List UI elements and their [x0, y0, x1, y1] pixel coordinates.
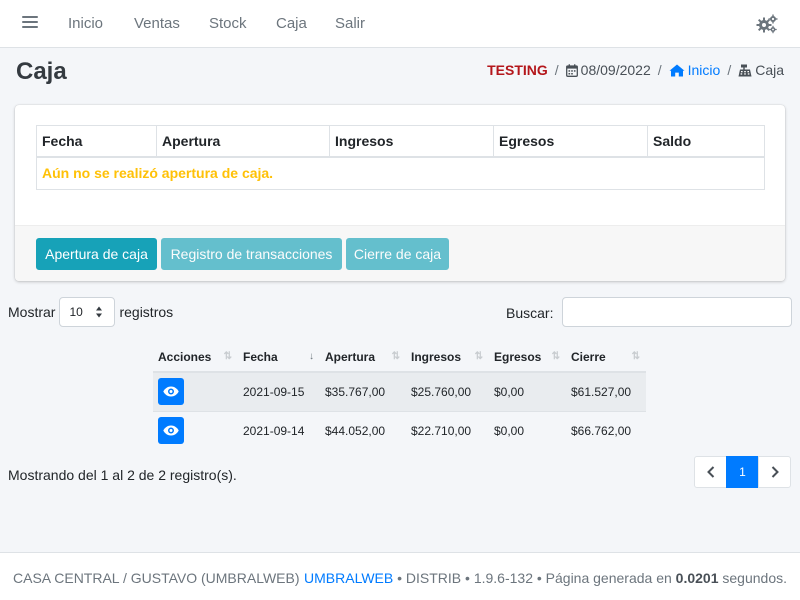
- actions-cell: [153, 410, 238, 450]
- breadcrumb-current: Caja: [738, 62, 784, 78]
- column-header-acciones[interactable]: Acciones ⇅: [153, 342, 238, 373]
- column-header-label: Egresos: [494, 349, 542, 364]
- view-button[interactable]: [158, 417, 184, 445]
- next-page-button[interactable]: [758, 456, 791, 488]
- pagination: 1: [694, 456, 791, 488]
- nav-link-ventas[interactable]: Ventas: [134, 15, 180, 32]
- column-header-label: Apertura: [325, 349, 376, 364]
- column-header-ingresos: Ingresos: [329, 125, 494, 158]
- cierre-cell: $66.762,00: [566, 410, 646, 450]
- view-button[interactable]: [158, 378, 184, 406]
- column-header-label: Fecha: [243, 349, 278, 364]
- search-label: Buscar:: [506, 305, 554, 321]
- sort-icon: ⇅: [551, 351, 560, 362]
- column-header-ingresos[interactable]: Ingresos ⇅: [406, 342, 489, 373]
- breadcrumb: TESTING / 08/09/2022 / Inicio / Caja: [487, 62, 784, 78]
- fecha-cell: 2021-09-15: [238, 371, 320, 411]
- footer-details: • DISTRIB • 1.9.6-132 • Página generada …: [393, 570, 676, 586]
- column-header-egresos: Egresos: [493, 125, 648, 158]
- nav-link-caja[interactable]: Caja: [276, 15, 307, 32]
- fecha-cell: 2021-09-14: [238, 410, 320, 450]
- ingresos-cell: $22.710,00: [406, 410, 489, 450]
- apertura-cell: $35.767,00: [320, 371, 406, 411]
- chevron-right-icon: [771, 466, 779, 478]
- length-prefix-label: Mostrar: [8, 304, 56, 320]
- column-header-saldo: Saldo: [647, 125, 765, 158]
- cash-summary-card: Fecha Apertura Ingresos Egresos Saldo Aú…: [15, 105, 785, 281]
- breadcrumb-separator: /: [727, 62, 732, 78]
- page-length-value: 10: [69, 305, 83, 319]
- close-cash-button[interactable]: Cierre de caja: [346, 238, 449, 270]
- table-row: 2021-09-15 $35.767,00 $25.760,00 $0,00 $…: [153, 371, 646, 411]
- egresos-cell: $0,00: [489, 410, 566, 450]
- sort-icon: ⇅: [474, 351, 483, 362]
- breadcrumb-separator: /: [657, 62, 662, 78]
- cash-history-table: Acciones ⇅ Fecha ↓ Apertura ⇅ Ingresos ⇅ Egr…: [153, 342, 646, 450]
- footer-info: UMBRALWEB • DISTRIB • 1.9.6-132 • Página…: [304, 570, 787, 586]
- top-navbar: Inicio Ventas Stock Caja Salir: [0, 0, 800, 48]
- egresos-cell: $0,00: [489, 371, 566, 411]
- open-cash-button[interactable]: Apertura de caja: [36, 238, 157, 270]
- sort-caret-icon: [96, 306, 103, 318]
- sort-icon: ⇅: [631, 351, 640, 362]
- breadcrumb-home-link[interactable]: Inicio: [669, 62, 721, 78]
- length-suffix-label: registros: [119, 304, 174, 320]
- breadcrumb-date: 08/09/2022: [565, 62, 651, 78]
- cash-register-icon: [738, 64, 752, 76]
- cierre-cell: $61.527,00: [566, 371, 646, 411]
- column-header-label: Acciones: [158, 349, 212, 364]
- page-button-1[interactable]: 1: [726, 456, 759, 488]
- column-header-apertura[interactable]: Apertura ⇅: [320, 342, 406, 373]
- breadcrumb-date-text: 08/09/2022: [580, 62, 651, 78]
- card-footer: Apertura de caja Registro de transaccion…: [15, 225, 785, 281]
- eye-icon: [163, 386, 179, 397]
- sort-icon: ⇅: [223, 351, 232, 362]
- footer-time-suffix: segundos.: [718, 570, 787, 586]
- breadcrumb-separator: /: [554, 62, 559, 78]
- column-header-fecha[interactable]: Fecha ↓: [238, 342, 320, 373]
- column-header-cierre[interactable]: Cierre ⇅: [566, 342, 646, 373]
- sort-icon: ⇅: [391, 351, 400, 362]
- empty-cash-message: Aún no se realizó apertura de caja.: [36, 156, 765, 190]
- column-header-label: Cierre: [571, 349, 606, 364]
- eye-icon: [163, 425, 179, 436]
- previous-page-button[interactable]: [694, 456, 727, 488]
- nav-link-inicio[interactable]: Inicio: [68, 15, 103, 32]
- nav-link-salir[interactable]: Salir: [335, 15, 365, 32]
- breadcrumb-home-text[interactable]: Inicio: [688, 62, 721, 78]
- column-header-egresos[interactable]: Egresos ⇅: [489, 342, 566, 373]
- table-info: Mostrando del 1 al 2 de 2 registro(s).: [8, 467, 237, 483]
- footer-location: CASA CENTRAL / GUSTAVO (UMBRALWEB): [13, 570, 300, 586]
- column-header-fecha: Fecha: [36, 125, 157, 158]
- page-length-control: Mostrar 10 registros: [8, 297, 173, 327]
- footer-brand-link[interactable]: UMBRALWEB: [304, 570, 393, 586]
- footer-time: 0.0201: [675, 570, 719, 586]
- page-length-select[interactable]: 10: [59, 297, 116, 327]
- actions-cell: [153, 371, 238, 411]
- search-input[interactable]: [562, 297, 792, 327]
- transactions-register-button[interactable]: Registro de transacciones: [161, 238, 342, 270]
- cash-summary-table: Fecha Apertura Ingresos Egresos Saldo Aú…: [36, 125, 765, 190]
- environment-badge: TESTING: [487, 62, 548, 78]
- column-header-apertura: Apertura: [156, 125, 330, 158]
- ingresos-cell: $25.760,00: [406, 371, 489, 411]
- calendar-icon: [565, 63, 578, 77]
- sort-descending-icon: ↓: [309, 351, 314, 362]
- page-title: Caja: [16, 58, 67, 85]
- nav-link-stock[interactable]: Stock: [209, 15, 247, 32]
- gears-icon[interactable]: [756, 14, 778, 34]
- apertura-cell: $44.052,00: [320, 410, 406, 450]
- table-row: 2021-09-14 $44.052,00 $22.710,00 $0,00 $…: [153, 410, 646, 450]
- chevron-left-icon: [706, 466, 714, 478]
- hamburger-menu-icon[interactable]: [22, 16, 38, 30]
- breadcrumb-current-text: Caja: [755, 62, 784, 78]
- page-footer: CASA CENTRAL / GUSTAVO (UMBRALWEB) UMBRA…: [0, 552, 800, 600]
- home-icon: [669, 64, 685, 76]
- column-header-label: Ingresos: [411, 349, 462, 364]
